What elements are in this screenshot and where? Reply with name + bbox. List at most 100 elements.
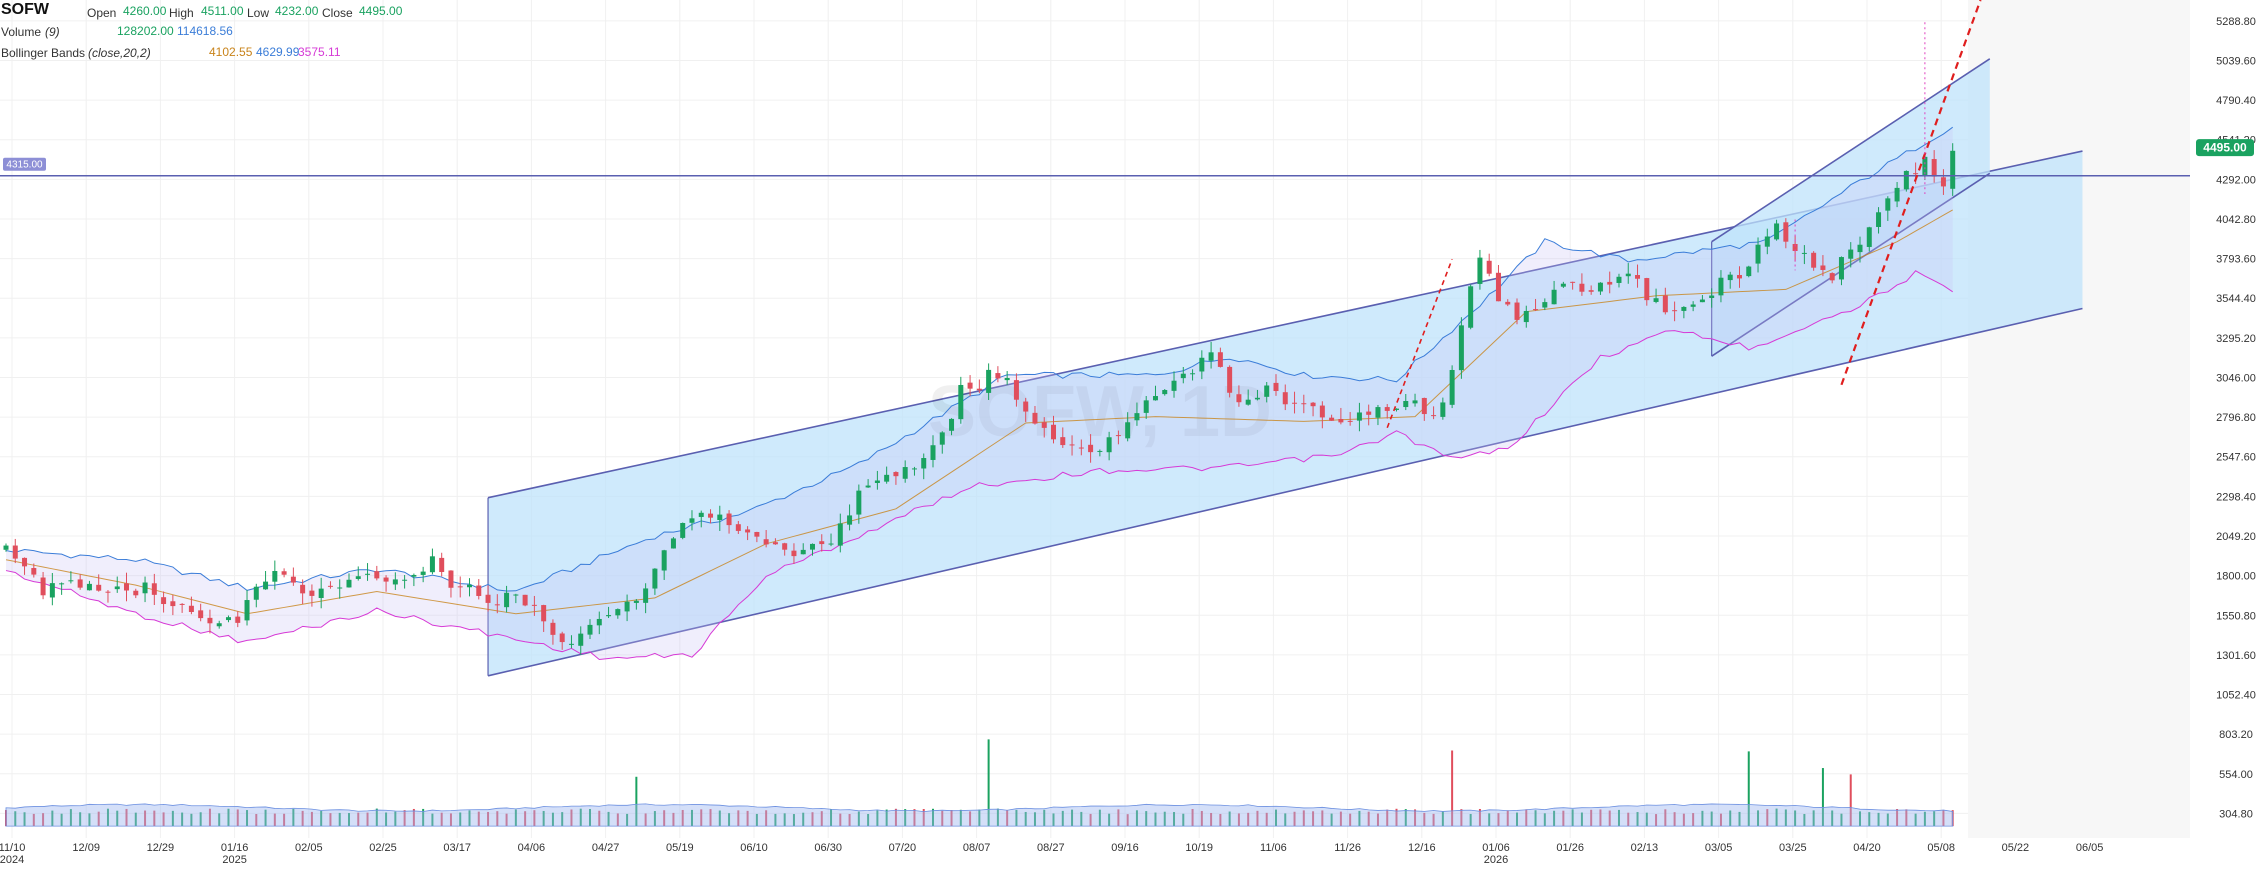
chart-root[interactable]: SOFW, 1D 4315.00 5288.805039.604790.4045… <box>0 0 2262 866</box>
candle-body <box>1115 435 1121 437</box>
x-tick-label: 01/26 <box>1556 842 1584 854</box>
candle-body <box>976 388 982 391</box>
candle-body <box>1051 424 1057 440</box>
candle-body <box>1690 304 1696 307</box>
candle-body <box>1217 352 1223 367</box>
candle-body <box>1848 249 1854 259</box>
candle-body <box>1616 276 1622 283</box>
volume-ma-area <box>5 803 1954 827</box>
candle-body <box>1162 390 1168 395</box>
candle-body <box>819 541 825 545</box>
candle-body <box>1356 412 1362 421</box>
candle-body <box>1421 397 1427 415</box>
y-tick-label: 2796.80 <box>2216 412 2256 424</box>
candle-body <box>1736 275 1742 279</box>
volume-label[interactable]: Volume <box>1 22 41 43</box>
candle-body <box>383 577 389 582</box>
x-tick-label: 05/19 <box>666 842 694 854</box>
bb-upper-value: 4629.99 <box>256 45 300 59</box>
candle-body <box>670 538 676 549</box>
bb-label[interactable]: Bollinger Bands <box>1 43 85 64</box>
symbol-label[interactable]: SOFW <box>1 0 49 20</box>
candle-body <box>680 523 686 538</box>
candle-body <box>1931 159 1937 177</box>
candle-body <box>327 585 333 587</box>
candle-body <box>59 583 65 585</box>
candle-body <box>1125 422 1131 439</box>
x-tick-label: 02/13 <box>1631 842 1659 854</box>
y-tick-label: 4790.40 <box>2216 95 2256 107</box>
y-tick-label: 304.80 <box>2219 808 2253 820</box>
candle-body <box>522 594 528 606</box>
candle-body <box>420 571 426 575</box>
candle-body <box>624 601 630 612</box>
candle-body <box>31 568 37 575</box>
candle-body <box>1560 283 1566 287</box>
candle-body <box>439 557 445 573</box>
volume-bars <box>5 739 1954 827</box>
candle-body <box>911 468 917 470</box>
x-tick-label: 03/17 <box>443 842 471 854</box>
candle-body <box>1088 444 1094 453</box>
candle-body <box>1152 396 1158 401</box>
y-tick-label: 3295.20 <box>2216 333 2256 345</box>
candle-body <box>402 579 408 581</box>
x-tick-year: 2025 <box>222 854 246 865</box>
candle-body <box>578 633 584 646</box>
candle-body <box>800 549 806 555</box>
y-tick-label: 5288.80 <box>2216 16 2256 28</box>
low-value: 4232.00 <box>275 4 319 18</box>
candle-body <box>365 573 371 575</box>
candle-body <box>235 616 241 623</box>
volume-ma-value: 114618.56 <box>177 24 233 38</box>
candle-body <box>1950 150 1956 189</box>
candle-body <box>337 587 343 589</box>
candle-body <box>1097 450 1103 452</box>
candle-body <box>1384 407 1390 411</box>
candle-body <box>782 543 788 550</box>
candle-body <box>1644 278 1650 301</box>
candle-body <box>86 583 92 591</box>
bb-params: (close,20,2) <box>88 46 151 60</box>
y-tick-label: 2547.60 <box>2216 452 2256 464</box>
candle-body <box>1514 302 1520 320</box>
candle-body <box>457 586 463 588</box>
candle-body <box>1375 407 1381 418</box>
candle-body <box>49 583 55 598</box>
candle-body <box>1301 403 1307 405</box>
price-chart[interactable]: SOFW, 1D 4315.00 5288.805039.604790.4045… <box>0 0 2262 866</box>
candle-body <box>689 518 695 523</box>
x-tick-label: 04/27 <box>592 842 620 854</box>
y-tick-label: 4042.80 <box>2216 214 2256 226</box>
candle-body <box>596 618 602 626</box>
candle-body <box>105 591 111 593</box>
candle-body <box>1523 310 1529 323</box>
open-value: 4260.00 <box>123 4 167 18</box>
last-price-tag[interactable]: 4495.00 <box>2196 139 2254 157</box>
y-tick-label: 554.00 <box>2219 769 2253 781</box>
candle-body <box>225 617 231 621</box>
candle-body <box>865 485 871 488</box>
x-tick-label: 12/09 <box>72 842 100 854</box>
candle-body <box>494 604 500 606</box>
candle-body <box>1699 299 1705 303</box>
volume-value: 128202.00 <box>117 24 174 38</box>
candle-body <box>485 594 491 603</box>
candle-body <box>930 445 936 460</box>
candle-body <box>708 513 714 518</box>
x-tick-label: 03/25 <box>1779 842 1807 854</box>
candle-body <box>1783 222 1789 242</box>
candle-body <box>615 609 621 616</box>
x-tick-label: 02/25 <box>369 842 397 854</box>
candle-body <box>1013 380 1019 400</box>
candle-body <box>939 432 945 445</box>
candle-body <box>318 588 324 598</box>
candle-body <box>1885 198 1891 211</box>
candle-body <box>68 580 74 582</box>
candle-body <box>1579 283 1585 292</box>
x-tick-label: 05/08 <box>1927 842 1955 854</box>
x-tick-label: 03/05 <box>1705 842 1733 854</box>
high-value: 4511.00 <box>201 4 244 18</box>
y-tick-label: 1550.80 <box>2216 610 2256 622</box>
candle-body <box>1199 357 1205 372</box>
